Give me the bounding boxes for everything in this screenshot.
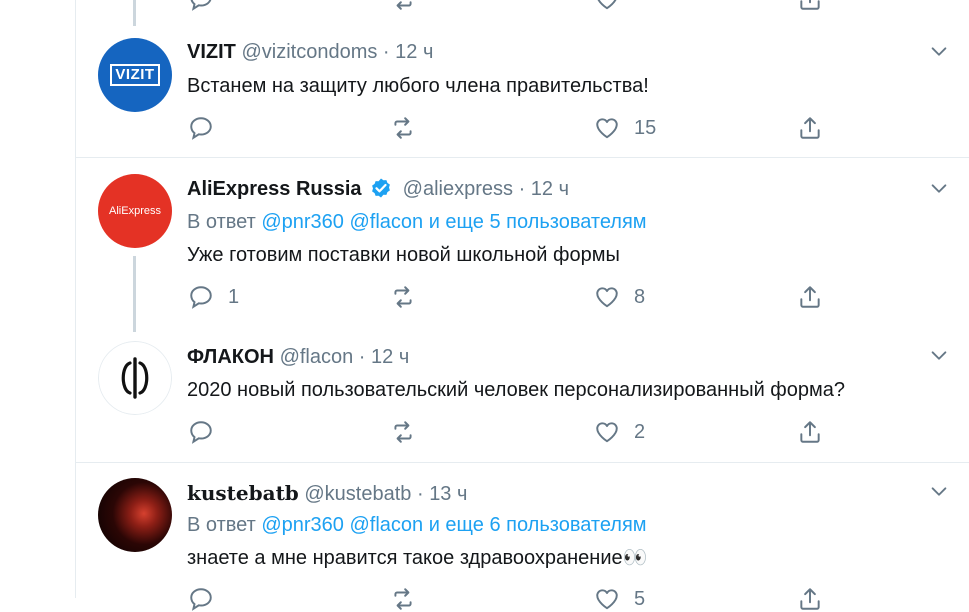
like-button[interactable]: 8 <box>594 284 645 310</box>
like-icon <box>596 422 618 443</box>
more-users-link[interactable]: и еще 6 пользователям <box>429 514 647 536</box>
avatar[interactable]: VIZIT <box>98 38 172 112</box>
tweet-text: Встанем на защиту любого члена правитель… <box>187 75 649 97</box>
like-count: 15 <box>634 116 657 139</box>
retweet-icon <box>394 421 412 443</box>
like-button[interactable]: 15 <box>594 115 656 141</box>
tweet-header: 𝐤𝐮𝐬𝐭𝐞𝐛𝐚𝐭𝐛 @kustebatb · 13 ч <box>187 480 467 507</box>
like-icon <box>597 0 617 10</box>
retweet-icon <box>394 286 412 308</box>
share-icon <box>800 286 820 308</box>
separator-dot: · <box>416 483 424 505</box>
share-button[interactable] <box>797 0 823 12</box>
retweet-icon <box>394 117 412 139</box>
like-icon <box>596 589 618 610</box>
share-button[interactable] <box>797 284 823 310</box>
like-count: 2 <box>634 420 646 443</box>
tweet-text: знаете а мне нравится такое здравоохране… <box>187 547 648 569</box>
thread-line <box>133 256 136 332</box>
more-users-link[interactable]: и еще 5 пользователям <box>429 211 647 233</box>
reply-button[interactable] <box>188 0 214 12</box>
avatar[interactable] <box>98 478 172 552</box>
reply-prefix: В ответ <box>187 211 256 233</box>
reply-count: 1 <box>228 285 240 308</box>
user-handle[interactable]: @kustebatb <box>304 483 411 505</box>
chevron-down-icon[interactable] <box>928 41 950 63</box>
like-count: 8 <box>634 285 646 308</box>
reply-button[interactable] <box>188 586 214 612</box>
timestamp[interactable]: 12 ч <box>395 41 433 63</box>
flacon-logo-icon <box>98 341 172 415</box>
like-icon <box>596 118 618 139</box>
reply-icon <box>190 286 212 309</box>
timestamp[interactable]: 13 ч <box>429 483 467 505</box>
retweet-button[interactable] <box>390 115 430 141</box>
separator-dot: · <box>518 178 526 200</box>
user-name[interactable]: 𝐤𝐮𝐬𝐭𝐞𝐛𝐚𝐭𝐛 <box>187 481 299 505</box>
reply-prefix: В ответ <box>187 514 256 536</box>
timestamp[interactable]: 12 ч <box>531 178 569 200</box>
profile-photo-icon <box>98 478 172 552</box>
reply-icon <box>190 588 212 611</box>
user-name[interactable]: ФЛАКОН <box>187 346 274 368</box>
tweet-header: ФЛАКОН @flacon · 12 ч <box>187 344 409 370</box>
like-button[interactable] <box>594 0 620 12</box>
share-icon <box>800 117 820 139</box>
mention-link[interactable]: @pnr360 <box>261 211 344 233</box>
verified-badge-icon <box>372 178 390 198</box>
reply-button[interactable] <box>188 419 228 445</box>
like-button[interactable]: 5 <box>594 586 645 612</box>
chevron-down-icon[interactable] <box>928 345 950 367</box>
retweet-icon <box>394 588 412 610</box>
timestamp[interactable]: 12 ч <box>371 346 409 368</box>
reply-icon <box>190 117 212 140</box>
mention-link[interactable]: @flacon <box>349 514 423 536</box>
user-name[interactable]: AliExpress Russia <box>187 178 362 200</box>
mention-link[interactable]: @flacon <box>349 211 423 233</box>
tweet-divider <box>76 462 969 463</box>
user-handle[interactable]: @flacon <box>280 346 354 368</box>
reply-button[interactable] <box>188 115 228 141</box>
share-icon <box>800 0 820 10</box>
thread-line <box>133 0 136 26</box>
tweet-header: AliExpress Russia @aliexpress · 12 ч <box>187 176 569 202</box>
mention-link[interactable]: @pnr360 <box>261 514 344 536</box>
tweet-divider <box>76 157 969 158</box>
aliexpress-logo-icon: AliExpress <box>98 174 172 248</box>
reply-button[interactable]: 1 <box>188 284 239 310</box>
tweet-text: Уже готовим поставки новой школьной форм… <box>187 244 620 266</box>
vizit-logo-icon: VIZIT <box>98 38 172 112</box>
share-button[interactable] <box>797 419 823 445</box>
retweet-button[interactable] <box>390 419 430 445</box>
like-icon <box>596 287 618 308</box>
separator-dot: · <box>382 41 390 63</box>
retweet-button[interactable] <box>390 0 416 12</box>
timeline-left-border <box>75 0 76 598</box>
chevron-down-icon[interactable] <box>928 481 950 503</box>
retweet-icon <box>396 1 412 10</box>
share-button[interactable] <box>797 586 823 612</box>
user-handle[interactable]: @vizitcondoms <box>241 41 377 63</box>
avatar[interactable] <box>98 341 172 415</box>
reply-icon <box>190 0 212 11</box>
like-count: 5 <box>634 587 646 610</box>
user-name[interactable]: VIZIT <box>187 41 236 63</box>
avatar[interactable]: AliExpress <box>98 174 172 248</box>
retweet-button[interactable] <box>390 586 416 612</box>
reply-icon <box>190 421 212 444</box>
tweet-text: 2020 новый пользовательский человек перс… <box>187 379 845 401</box>
share-icon <box>800 421 820 443</box>
share-icon <box>800 588 820 610</box>
separator-dot: · <box>358 346 366 368</box>
like-button[interactable]: 2 <box>594 419 645 445</box>
share-button[interactable] <box>797 115 823 141</box>
tweet-header: VIZIT @vizitcondoms · 12 ч <box>187 39 433 65</box>
user-handle[interactable]: @aliexpress <box>403 178 513 200</box>
retweet-button[interactable] <box>390 284 430 310</box>
reply-context: В ответ @pnr360 @flacon и еще 5 пользова… <box>187 209 647 235</box>
reply-context: В ответ @pnr360 @flacon и еще 6 пользова… <box>187 512 647 538</box>
chevron-down-icon[interactable] <box>928 178 950 200</box>
